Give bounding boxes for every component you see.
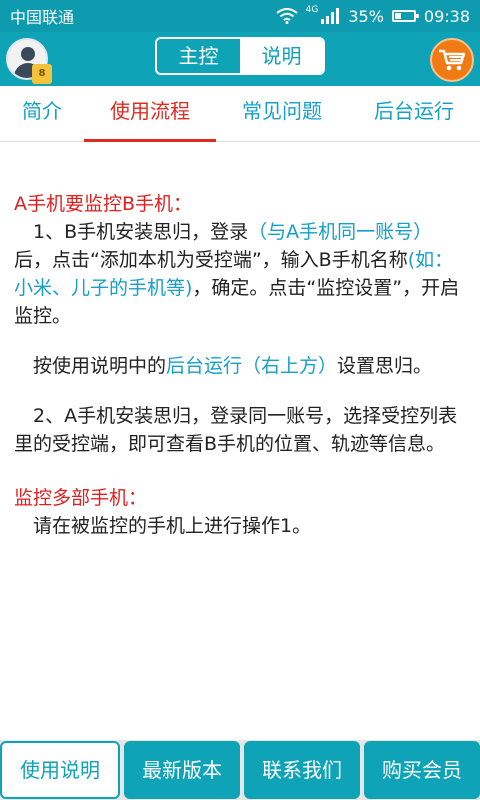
- clock: 09:38: [423, 6, 470, 26]
- background-setup-text: 按使用说明中的后台运行（右上方）设置思归。: [14, 355, 433, 377]
- contact-us-button[interactable]: 联系我们: [244, 741, 360, 799]
- network-type: 4G: [305, 5, 319, 15]
- status-bar: 中国联通 4G 35% 09:38: [0, 0, 480, 32]
- tab-bar: 简介 使用流程 常见问题 后台运行: [0, 86, 480, 142]
- latest-version-button[interactable]: 最新版本: [124, 741, 240, 799]
- step-1-text: 1、B手机安装思归，登录（与A手机同一账号）后，点击“添加本机为受控端”，输入B…: [14, 221, 460, 327]
- step-2-text: 2、A手机安装思归，登录同一账号，选择受控列表里的受控端，即可查看B手机的位置、…: [14, 405, 458, 455]
- tab-usage-flow[interactable]: 使用流程: [84, 86, 216, 142]
- instructions-content: A手机要监控B手机： 1、B手机安装思归，登录（与A手机同一账号）后，点击“添加…: [0, 142, 480, 740]
- battery-percent: 35%: [348, 6, 384, 26]
- signal-icon: [321, 8, 340, 24]
- tab-intro[interactable]: 简介: [0, 86, 84, 142]
- shopping-cart-button[interactable]: [430, 38, 474, 82]
- status-icons: 4G 35% 09:38: [276, 5, 470, 26]
- buy-membership-button[interactable]: 购买会员: [364, 741, 480, 799]
- multiple-phones-text: 请在被监控的手机上进行操作1。: [14, 515, 312, 537]
- bottom-nav: 使用说明 最新版本 联系我们 购买会员: [0, 740, 480, 800]
- tab-faq[interactable]: 常见问题: [216, 86, 348, 142]
- battery-icon: [391, 10, 419, 22]
- tab-background-run[interactable]: 后台运行: [348, 86, 480, 142]
- heading-multiple-phones: 监控多部手机：: [14, 487, 148, 509]
- segment-main-control[interactable]: 主控: [157, 39, 240, 73]
- vip-crown-icon: 8: [32, 64, 52, 84]
- heading-monitor-phone: A手机要监控B手机：: [14, 193, 193, 215]
- user-guide-button[interactable]: 使用说明: [0, 741, 120, 799]
- wifi-icon: [276, 8, 298, 24]
- carrier-name: 中国联通: [10, 8, 75, 27]
- mode-switch: 主控 说明: [155, 37, 325, 75]
- same-account-note: （与A手机同一账号）: [248, 221, 433, 243]
- shopping-cart-icon: [439, 49, 466, 71]
- background-run-link[interactable]: 后台运行（右上方）: [166, 355, 337, 377]
- segment-instructions[interactable]: 说明: [240, 39, 323, 73]
